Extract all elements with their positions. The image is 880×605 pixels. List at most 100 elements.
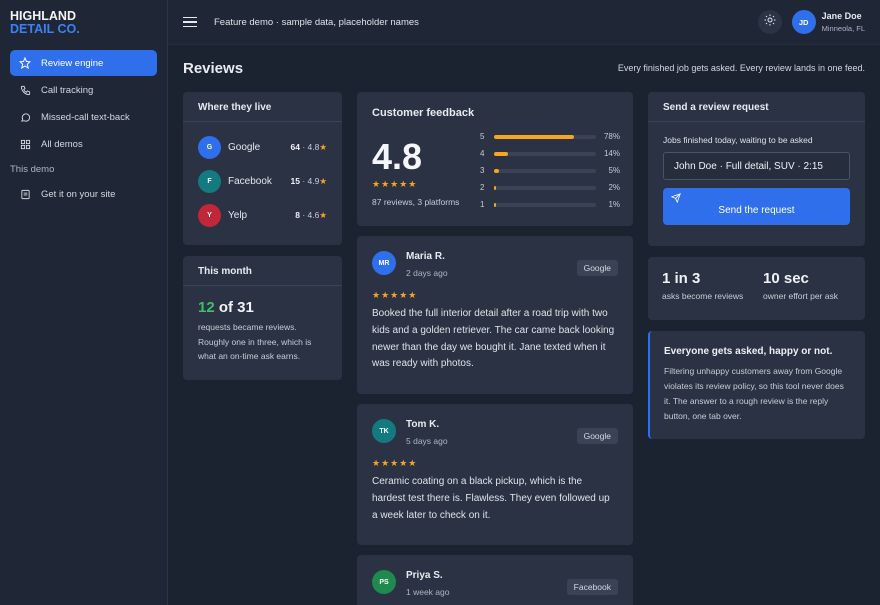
rating-bar-percent: 1%	[608, 200, 620, 209]
reviewer-info: Priya S. 1 week ago	[406, 570, 449, 597]
review-stars: ★★★★★	[372, 290, 418, 300]
month-converted: 12	[198, 299, 215, 316]
stat-reviews: 1 in 3 asks become reviews	[662, 270, 763, 320]
job-select-field[interactable]: John Doe · Full detail, SUV · 2:15	[663, 152, 850, 180]
grid-icon	[18, 137, 32, 151]
platform-count: 8	[295, 209, 300, 220]
platform-stat: 15 · 4.9★	[290, 175, 327, 186]
rating-bar-stars: 5	[480, 132, 485, 141]
page-title: Reviews	[183, 59, 244, 77]
main-area: Feature demo · sample data, placeholder …	[168, 0, 880, 605]
platform-rating: 4.8	[307, 141, 320, 152]
brand-logo[interactable]: HIGHLAND DETAIL CO.	[10, 10, 157, 36]
platform-rating: 4.6	[307, 209, 320, 220]
stat-effort: 10 sec owner effort per ask	[763, 270, 838, 320]
reviewer-name: Maria R.	[406, 251, 445, 262]
month-body: 12 of 31 requests became reviews. Roughl…	[183, 286, 342, 364]
content: Reviews Every finished job gets asked. E…	[168, 45, 880, 605]
rating-distribution: 5 78% 4 14% 3 5% 2 2% 1 1%	[480, 128, 620, 213]
rating-bar-stars: 4	[480, 149, 485, 158]
reviewer-avatar: PS	[372, 570, 396, 594]
platform-avatar: Y	[198, 203, 221, 227]
stat-value: 10 sec	[763, 270, 809, 287]
platform-count: 64	[290, 141, 300, 152]
platform-name: Google	[228, 141, 261, 153]
review-stars: ★★★★★	[372, 458, 418, 468]
topbar: Feature demo · sample data, placeholder …	[168, 0, 880, 45]
sidebar-item-all-demos[interactable]: All demos	[10, 131, 157, 157]
review-time: 5 days ago	[406, 436, 448, 446]
reviewer-name: Tom K.	[406, 419, 440, 430]
rating-bar-track	[494, 134, 596, 139]
rating-bar-percent: 78%	[603, 132, 620, 141]
platforms-title: Where they live	[198, 102, 272, 113]
user-name: Jane Doe	[821, 11, 862, 21]
request-title: Send a review request	[663, 102, 769, 113]
phone-icon	[18, 83, 32, 97]
rating-bar-row: 5 78%	[480, 128, 620, 145]
policy-text: Filtering unhappy customers away from Go…	[664, 366, 844, 421]
star-icon: ★	[319, 175, 327, 186]
rating-bar-stars: 1	[480, 200, 485, 209]
menu-icon[interactable]	[183, 15, 197, 29]
chat-icon	[18, 110, 32, 124]
send-request-button[interactable]: Send the request	[663, 188, 850, 225]
sidebar-section-label: This demo	[10, 164, 55, 175]
platform-row-google: G Google 64 · 4.8★	[198, 130, 327, 164]
platform-stat: 64 · 4.8★	[290, 141, 327, 152]
platform-rating: 4.9	[307, 175, 320, 186]
platform-badge: Google	[576, 260, 618, 276]
demo-notice: Feature demo · sample data, placeholder …	[214, 16, 419, 28]
sidebar-item-label: All demos	[41, 138, 83, 150]
platform-avatar: G	[198, 135, 221, 159]
review-header: TK Tom K. 5 days ago Google	[372, 419, 618, 446]
reviewer-name: Priya S.	[406, 570, 443, 581]
platform-avatar: F	[198, 169, 221, 193]
reviewer-avatar: MR	[372, 251, 396, 275]
page-subtitle: Every finished job gets asked. Every rev…	[617, 63, 865, 73]
sidebar-item-call-tracking[interactable]: Call tracking	[10, 77, 157, 103]
review-header: MR Maria R. 2 days ago Google	[372, 251, 618, 278]
rating-bar-fill	[494, 168, 500, 173]
stat-label: asks become reviews	[662, 291, 744, 301]
rating-bar-row: 3 5%	[480, 162, 620, 179]
rating-bar-track	[494, 168, 596, 173]
star-icon	[18, 56, 32, 70]
theme-toggle-button[interactable]	[757, 10, 782, 34]
sidebar: HIGHLAND DETAIL CO. Review engine Call t…	[0, 0, 168, 605]
sidebar-item-get-it[interactable]: Get it on your site	[10, 181, 157, 207]
user-location: Minneola, FL	[821, 24, 865, 33]
sun-icon	[764, 13, 776, 31]
rating-bar-percent: 5%	[608, 166, 620, 175]
platforms-card: Where they live G Google 64 · 4.8★ F Fac…	[183, 92, 342, 245]
platform-count: 15	[290, 175, 300, 186]
sidebar-item-label: Review engine	[41, 57, 104, 69]
sidebar-item-missed-call[interactable]: Missed-call text-back	[10, 104, 157, 130]
rating-bar-track	[494, 202, 596, 207]
user-info[interactable]: Jane Doe Minneola, FL	[822, 11, 865, 33]
policy-card: Everyone gets asked, happy or not. Filte…	[648, 331, 865, 439]
feedback-card: Customer feedback 4.8 ★★★★★ 87 reviews, …	[357, 92, 633, 226]
review-text: Ceramic coating on a black pickup, which…	[372, 476, 610, 521]
request-body: Jobs finished today, waiting to be asked…	[648, 122, 865, 225]
rating-bar-track	[494, 185, 596, 190]
rating-bar-row: 2 2%	[480, 179, 620, 196]
month-total: of 31	[218, 299, 254, 316]
platform-stat: 8 · 4.6★	[295, 209, 327, 220]
feedback-summary: 87 reviews, 3 platforms	[372, 197, 460, 207]
review-text: Booked the full interior detail after a …	[372, 308, 615, 370]
document-icon	[18, 187, 32, 201]
platform-badge: Facebook	[566, 579, 618, 595]
stat-value: 1 in 3	[662, 270, 701, 287]
policy-title: Everyone gets asked, happy or not.	[664, 346, 833, 357]
sidebar-item-review-engine[interactable]: Review engine	[10, 50, 157, 76]
user-avatar[interactable]: JD	[791, 10, 816, 34]
review-header: PS Priya S. 1 week ago Facebook	[372, 570, 618, 597]
app-root: HIGHLAND DETAIL CO. Review engine Call t…	[0, 0, 880, 605]
sidebar-item-label: Missed-call text-back	[41, 111, 130, 123]
rating-bar-fill	[494, 202, 497, 207]
feedback-average: 4.8	[372, 136, 423, 177]
review-card: PS Priya S. 1 week ago Facebook	[357, 555, 633, 605]
platform-row-facebook: F Facebook 15 · 4.9★	[198, 164, 327, 198]
feedback-stars: ★★★★★	[372, 179, 418, 189]
